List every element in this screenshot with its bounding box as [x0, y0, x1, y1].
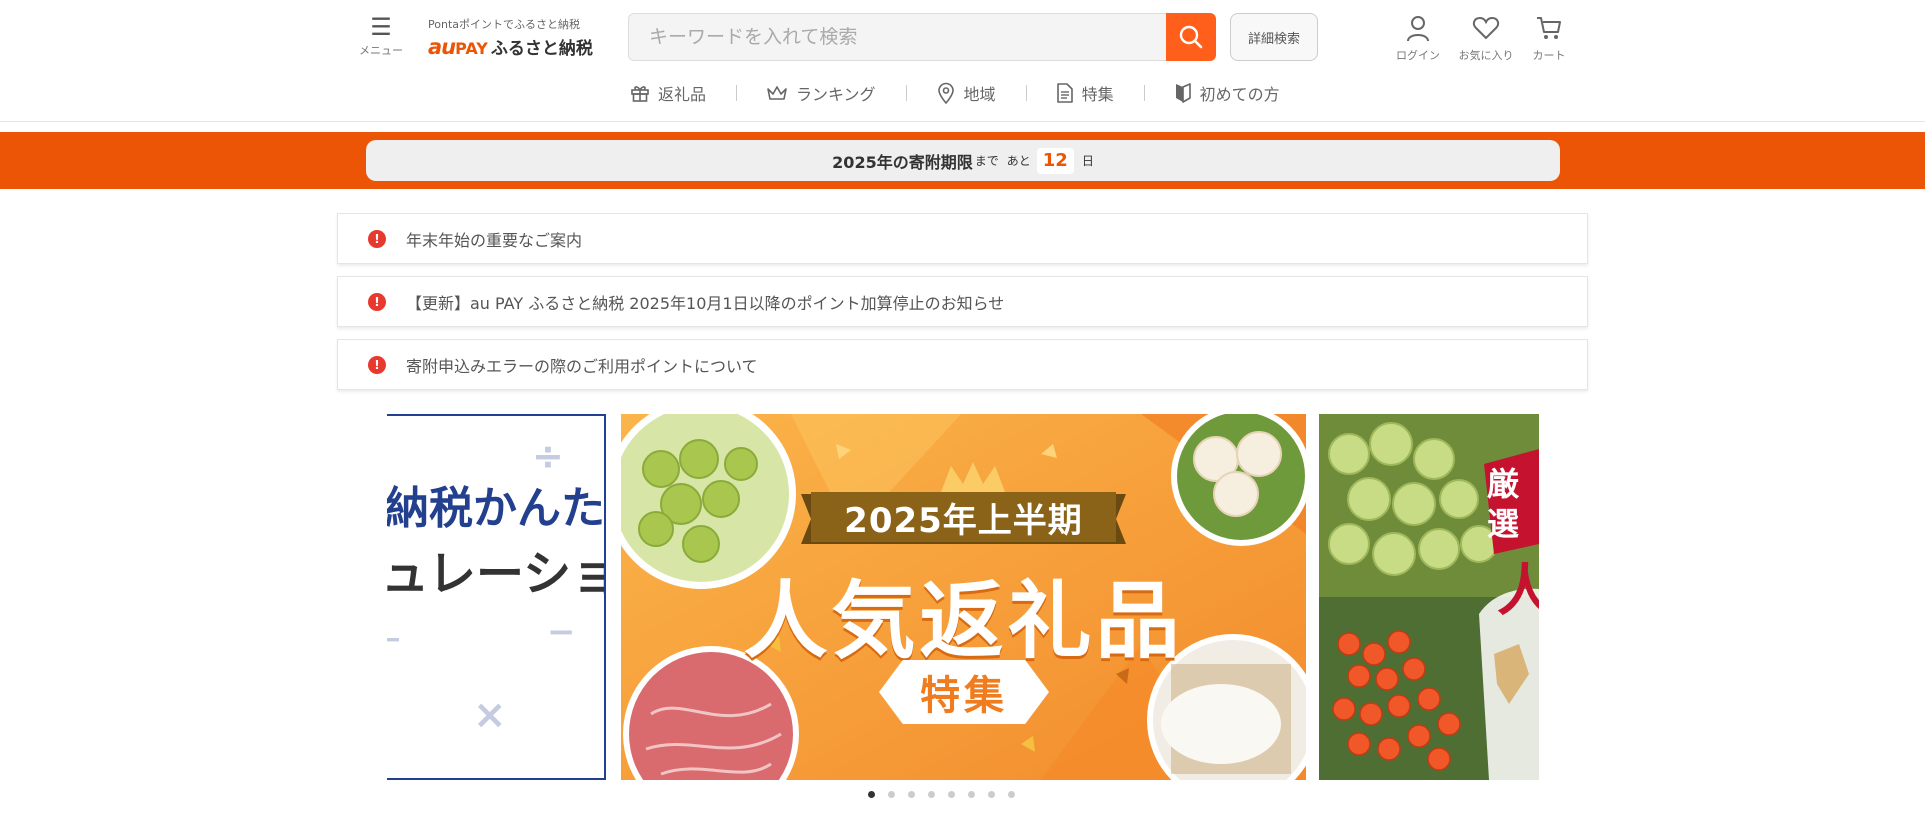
nav-item-features[interactable]: 特集	[1025, 81, 1144, 105]
banner-right-badge: 厳選	[1487, 465, 1520, 543]
banner-right-title: 人	[1497, 559, 1539, 624]
gift-icon	[631, 86, 649, 102]
logo-pay: PAY	[455, 39, 488, 58]
nav-item-beginners[interactable]: 初めての方	[1143, 81, 1310, 105]
notice-text: 寄附申込みエラーの際のご利用ポイントについて	[406, 356, 758, 376]
search-icon	[1179, 25, 1203, 49]
notice-item[interactable]: ! 年末年始の重要なご案内	[337, 213, 1588, 264]
days-remaining: 12	[1036, 147, 1074, 174]
banner-simulation-line1: ふるさと納税かんたか計算	[387, 483, 605, 534]
alert-icon: !	[368, 292, 386, 311]
donation-deadline-bar: 2025年の寄附期限 まで あと 12 日	[0, 132, 1925, 189]
banner-carousel: ふるさと納税かんたか計算 シミュレーション ÷ − − ×	[387, 414, 1539, 780]
banner-title: 人気返礼品	[743, 572, 1184, 670]
carousel-dot[interactable]	[968, 791, 975, 798]
search-input[interactable]	[628, 13, 1166, 61]
search-bar	[628, 13, 1216, 61]
banner-year-tag: 2025年上半期	[844, 500, 1083, 541]
cart-button[interactable]: カート	[1519, 14, 1579, 63]
minus-symbol: −	[387, 622, 402, 657]
deadline-prefix: 2025年の寄附期限	[832, 152, 973, 172]
heart-icon	[1472, 16, 1500, 40]
banner-simulation[interactable]: ふるさと納税かんたか計算 シミュレーション ÷ − − ×	[387, 414, 606, 780]
user-icon	[1407, 16, 1429, 42]
multiply-symbol: ×	[473, 692, 507, 738]
nav-item-region[interactable]: 地域	[905, 81, 1026, 105]
banner-selected-gifts[interactable]: 厳選 人	[1319, 414, 1539, 780]
favorites-label: お気に入り	[1458, 49, 1514, 62]
notice-text: 【更新】au PAY ふるさと納税 2025年10月1日以降のポイント加算停止の…	[406, 293, 1005, 313]
nav-item-gifts[interactable]: 返礼品	[600, 81, 736, 105]
carousel-dot[interactable]	[948, 791, 955, 798]
nav-label: ランキング	[796, 85, 876, 104]
site-logo[interactable]: Pontaポイントでふるさと納税 auPAY ふるさと納税	[428, 16, 598, 59]
deadline-unit: 日	[1081, 154, 1094, 168]
carousel-dot[interactable]	[928, 791, 935, 798]
logo-tagline: Pontaポイントでふるさと納税	[428, 18, 580, 31]
login-label: ログイン	[1396, 49, 1440, 62]
carousel-dot[interactable]	[1008, 791, 1015, 798]
cart-icon	[1537, 17, 1561, 39]
logo-name: ふるさと納税	[490, 39, 593, 59]
hamburger-icon: ☰	[370, 13, 392, 41]
carousel-dot[interactable]	[888, 791, 895, 798]
beginner-mark-icon	[1175, 83, 1191, 103]
menu-label: メニュー	[359, 44, 403, 57]
alert-icon: !	[368, 355, 386, 374]
deadline-ato: あと	[1006, 154, 1031, 168]
document-icon	[1056, 83, 1073, 103]
nav-label: 特集	[1081, 85, 1114, 104]
notice-item[interactable]: ! 寄附申込みエラーの際のご利用ポイントについて	[337, 339, 1588, 390]
banner-popular-gifts[interactable]: 2025年上半期 人気返礼品 特集	[621, 414, 1306, 780]
nav-item-ranking[interactable]: ランキング	[736, 81, 906, 105]
nav-label: 返礼品	[658, 85, 707, 104]
site-header: ☰ メニュー Pontaポイントでふるさと納税 auPAYふるさと納税 詳細検索…	[0, 0, 1925, 122]
notice-text: 年末年始の重要なご案内	[406, 230, 583, 250]
banner-simulation-line2: シミュレーション	[387, 546, 604, 602]
logo-au: au	[428, 35, 456, 59]
nav-label: 初めての方	[1199, 85, 1280, 104]
menu-button[interactable]: ☰ メニュー	[356, 14, 406, 58]
alert-icon: !	[368, 229, 386, 248]
carousel-dot[interactable]	[868, 791, 875, 798]
crown-icon	[767, 86, 787, 100]
cart-label: カート	[1532, 49, 1566, 62]
nav-label: 地域	[963, 85, 996, 104]
notice-item[interactable]: ! 【更新】au PAY ふるさと納税 2025年10月1日以降のポイント加算停…	[337, 276, 1588, 327]
deadline-countdown: 2025年の寄附期限 まで あと 12 日	[366, 140, 1560, 181]
banner-badge-label: 特集	[920, 673, 1008, 719]
banner-badge: 特集	[879, 660, 1049, 724]
search-button[interactable]	[1166, 13, 1216, 61]
favorites-button[interactable]: お気に入り	[1456, 14, 1516, 63]
carousel-pagination	[868, 791, 1015, 798]
divide-symbol: ÷	[532, 434, 564, 478]
login-button[interactable]: ログイン	[1388, 14, 1448, 63]
deadline-made: まで	[974, 154, 999, 168]
logo-wordmark: auPAY ふるさと納税	[428, 34, 598, 59]
carousel-dot[interactable]	[908, 791, 915, 798]
minus-symbol: −	[547, 612, 576, 652]
main-nav: 返礼品 ランキング 地域 特集 初めての方	[600, 78, 1310, 108]
advanced-search-button[interactable]: 詳細検索	[1230, 13, 1318, 61]
location-pin-icon	[937, 82, 954, 104]
carousel-dot[interactable]	[988, 791, 995, 798]
